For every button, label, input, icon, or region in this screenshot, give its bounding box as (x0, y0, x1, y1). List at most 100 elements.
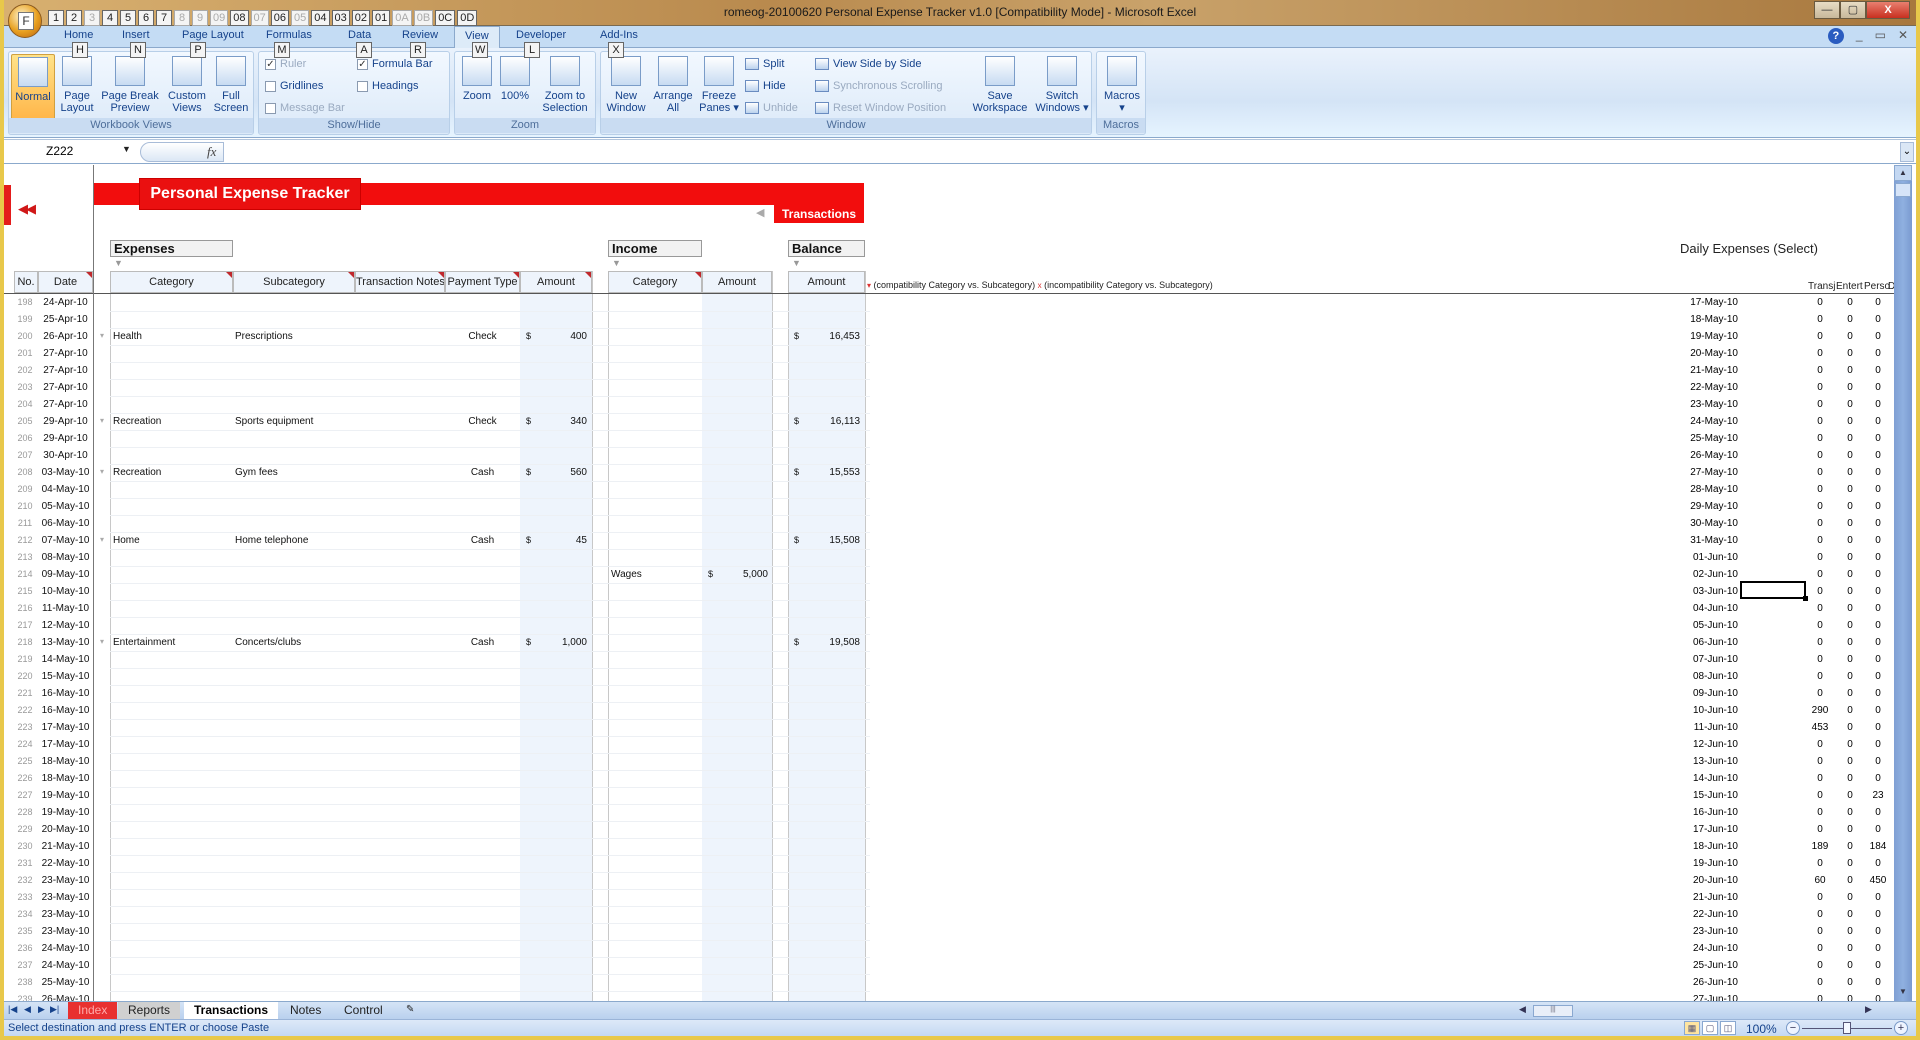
table-row[interactable]: 200 26-Apr-10 ▾ Health Prescriptions Check $40… (4, 329, 1898, 346)
page-break-view-icon[interactable]: ◫ (1720, 1021, 1736, 1035)
split-button[interactable]: Split (745, 58, 784, 70)
scroll-thumb[interactable] (1895, 183, 1911, 197)
sheet-tab-index[interactable]: Index (68, 1002, 118, 1019)
sheet-tab-transactions[interactable]: Transactions (184, 1002, 279, 1019)
zoom-to-selection-button[interactable]: Zoom to Selection (537, 54, 593, 114)
tab-review[interactable]: Review (402, 29, 438, 41)
table-row[interactable]: 212 07-May-10 ▾ Home Home telephone Cash $45 $1… (4, 533, 1898, 550)
sheet-tab-notes[interactable]: Notes (280, 1002, 331, 1019)
first-sheet-icon[interactable]: |◀ (8, 1004, 17, 1015)
col-header-no[interactable]: No. (14, 271, 38, 293)
horizontal-scrollbar[interactable]: ◀ ||| ▶ (1509, 1004, 1879, 1018)
col-header-income-category[interactable]: Category (608, 271, 702, 293)
table-row[interactable]: 219 14-May-10 (4, 652, 1898, 669)
table-row[interactable]: 201 27-Apr-10 (4, 346, 1898, 363)
table-row[interactable]: 224 17-May-10 (4, 737, 1898, 754)
tab-page-layout[interactable]: Page Layout (182, 29, 244, 41)
table-row[interactable]: 226 18-May-10 (4, 771, 1898, 788)
table-row[interactable]: 203 27-Apr-10 (4, 380, 1898, 397)
table-row[interactable]: 225 18-May-10 (4, 754, 1898, 771)
formula-bar-checkbox[interactable]: ✓ Formula Bar (357, 58, 433, 70)
table-row[interactable]: 228 19-May-10 (4, 805, 1898, 822)
last-sheet-icon[interactable]: ▶| (50, 1004, 59, 1015)
office-button[interactable]: F (8, 4, 42, 38)
table-row[interactable]: 227 19-May-10 (4, 788, 1898, 805)
scroll-down-icon[interactable]: ▼ (1894, 985, 1912, 1001)
table-row[interactable]: 198 24-Apr-10 (4, 295, 1898, 312)
close-button[interactable]: X (1866, 1, 1910, 19)
reset-window-position-button[interactable]: Reset Window Position (815, 102, 946, 114)
normal-view-icon[interactable]: ▦ (1684, 1021, 1700, 1035)
table-row[interactable]: 207 30-Apr-10 (4, 448, 1898, 465)
table-row[interactable]: 223 17-May-10 (4, 720, 1898, 737)
tab-home[interactable]: Home (64, 29, 93, 41)
sheet-tab-control[interactable]: Control (334, 1002, 393, 1019)
workbook-restore-icon[interactable]: ▭ (1875, 28, 1886, 44)
col-header-expense-amount[interactable]: Amount (520, 271, 592, 293)
tab-insert[interactable]: Insert (122, 29, 150, 41)
table-row[interactable]: 220 15-May-10 (4, 669, 1898, 686)
message-bar-checkbox[interactable]: Message Bar (265, 102, 345, 114)
tab-add-ins[interactable]: Add-Ins (600, 29, 638, 41)
unhide-button[interactable]: Unhide (745, 102, 798, 114)
table-row[interactable]: 234 23-May-10 (4, 907, 1898, 924)
switch-windows-button[interactable]: Switch Windows ▾ (1033, 54, 1091, 114)
page-break-preview-button[interactable]: Page Break Preview (99, 54, 161, 114)
prev-sheet-icon[interactable]: ◀ (24, 1004, 31, 1015)
scroll-right-icon[interactable]: ▶ (1865, 1004, 1872, 1015)
table-row[interactable]: 209 04-May-10 (4, 482, 1898, 499)
tab-formulas[interactable]: Formulas (266, 29, 312, 41)
active-cell-selection[interactable] (1740, 581, 1808, 601)
minimize-button[interactable]: — (1814, 1, 1840, 19)
table-row[interactable]: 231 22-May-10 (4, 856, 1898, 873)
table-row[interactable]: 238 25-May-10 (4, 975, 1898, 992)
table-row[interactable]: 237 24-May-10 (4, 958, 1898, 975)
table-row[interactable]: 202 27-Apr-10 (4, 363, 1898, 380)
tab-developer[interactable]: Developer (516, 29, 566, 41)
daily-expenses-title[interactable]: Daily Expenses (Select) (1680, 241, 1818, 256)
scroll-left-icon[interactable]: ◀ (1519, 1004, 1526, 1015)
restore-button[interactable]: ▢ (1840, 1, 1866, 19)
table-row[interactable]: 204 27-Apr-10 (4, 397, 1898, 414)
col-header-date[interactable]: Date (38, 271, 93, 293)
table-row[interactable]: 205 29-Apr-10 ▾ Recreation Sports equipment C… (4, 414, 1898, 431)
table-row[interactable]: 208 03-May-10 ▾ Recreation Gym fees Cash $560 $… (4, 465, 1898, 482)
col-header-income-amount[interactable]: Amount (702, 271, 772, 293)
table-row[interactable]: 239 26-May-10 (4, 992, 1898, 1001)
zoom-level[interactable]: 100% (1746, 1022, 1777, 1036)
back-arrows-icon[interactable]: ◀◀ (18, 201, 36, 217)
zoom-in-icon[interactable]: + (1894, 1021, 1908, 1035)
zoom-slider-thumb[interactable] (1843, 1022, 1851, 1034)
table-row[interactable]: 214 09-May-10 Wages $5,000 (4, 567, 1898, 584)
gridlines-checkbox[interactable]: Gridlines (265, 80, 323, 92)
normal-view-button[interactable]: Normal (11, 54, 55, 120)
col-header-subcategory[interactable]: Subcategory (233, 271, 355, 293)
table-row[interactable]: 216 11-May-10 (4, 601, 1898, 618)
arrange-all-button[interactable]: Arrange All (651, 54, 695, 114)
table-row[interactable]: 236 24-May-10 (4, 941, 1898, 958)
table-row[interactable]: 215 10-May-10 (4, 584, 1898, 601)
headings-checkbox[interactable]: Headings (357, 80, 418, 92)
workbook-close-icon[interactable]: ✕ (1898, 28, 1908, 44)
name-box[interactable]: Z222 (6, 142, 136, 162)
view-side-by-side-button[interactable]: View Side by Side (815, 58, 921, 70)
macros-button[interactable]: Macros ▾ (1101, 54, 1143, 114)
synchronous-scrolling-button[interactable]: Synchronous Scrolling (815, 80, 942, 92)
worksheet[interactable]: ◀◀ Personal Expense Tracker ◀ Transactio… (4, 165, 1898, 1001)
col-header-expense-category[interactable]: Category (110, 271, 233, 293)
table-row[interactable]: 199 25-Apr-10 (4, 312, 1898, 329)
table-row[interactable]: 229 20-May-10 (4, 822, 1898, 839)
scroll-thumb[interactable]: ||| (1533, 1005, 1573, 1017)
vertical-scrollbar[interactable]: ▲ ▼ (1894, 165, 1912, 1001)
zoom-out-icon[interactable]: − (1786, 1021, 1800, 1035)
table-row[interactable]: 210 05-May-10 (4, 499, 1898, 516)
zoom-100-button[interactable]: 100% (497, 54, 533, 102)
table-row[interactable]: 206 29-Apr-10 (4, 431, 1898, 448)
insert-sheet-icon[interactable]: ✎ (396, 1002, 424, 1019)
transactions-label[interactable]: Transactions (774, 205, 864, 223)
tab-data[interactable]: Data (348, 29, 371, 41)
ruler-checkbox[interactable]: ✓ Ruler (265, 58, 306, 70)
expand-formula-bar-icon[interactable]: ⌄ (1900, 142, 1914, 162)
col-header-payment-type[interactable]: Payment Type (445, 271, 520, 293)
col-header-transaction-notes[interactable]: Transaction Notes (355, 271, 445, 293)
